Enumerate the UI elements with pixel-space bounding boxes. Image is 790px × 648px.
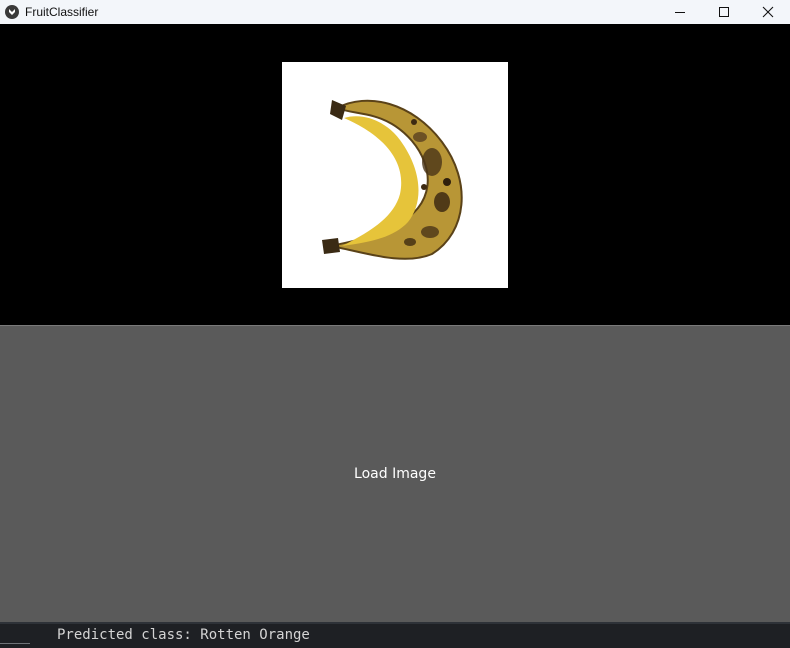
maximize-button[interactable] [702,0,746,24]
window-controls [658,0,790,24]
load-image-button[interactable]: Load Image [0,326,790,622]
minimize-button[interactable] [658,0,702,24]
banana-image [322,99,463,260]
title-bar[interactable]: FruitClassifier [0,0,790,24]
load-image-label: Load Image [354,466,436,482]
prediction-text: Predicted class: Rotten Orange [57,627,310,643]
app-icon [5,5,19,19]
status-bar: Predicted class: Rotten Orange [0,622,790,648]
close-button[interactable] [746,0,790,24]
image-display-area [0,24,790,325]
close-icon [762,6,774,18]
minimize-icon [675,12,685,13]
app-window: FruitClassifier Load Image Predicted cla… [0,0,790,648]
window-title: FruitClassifier [25,5,99,19]
maximize-icon [719,7,729,17]
fruit-image [282,62,508,288]
status-accent [0,643,30,644]
